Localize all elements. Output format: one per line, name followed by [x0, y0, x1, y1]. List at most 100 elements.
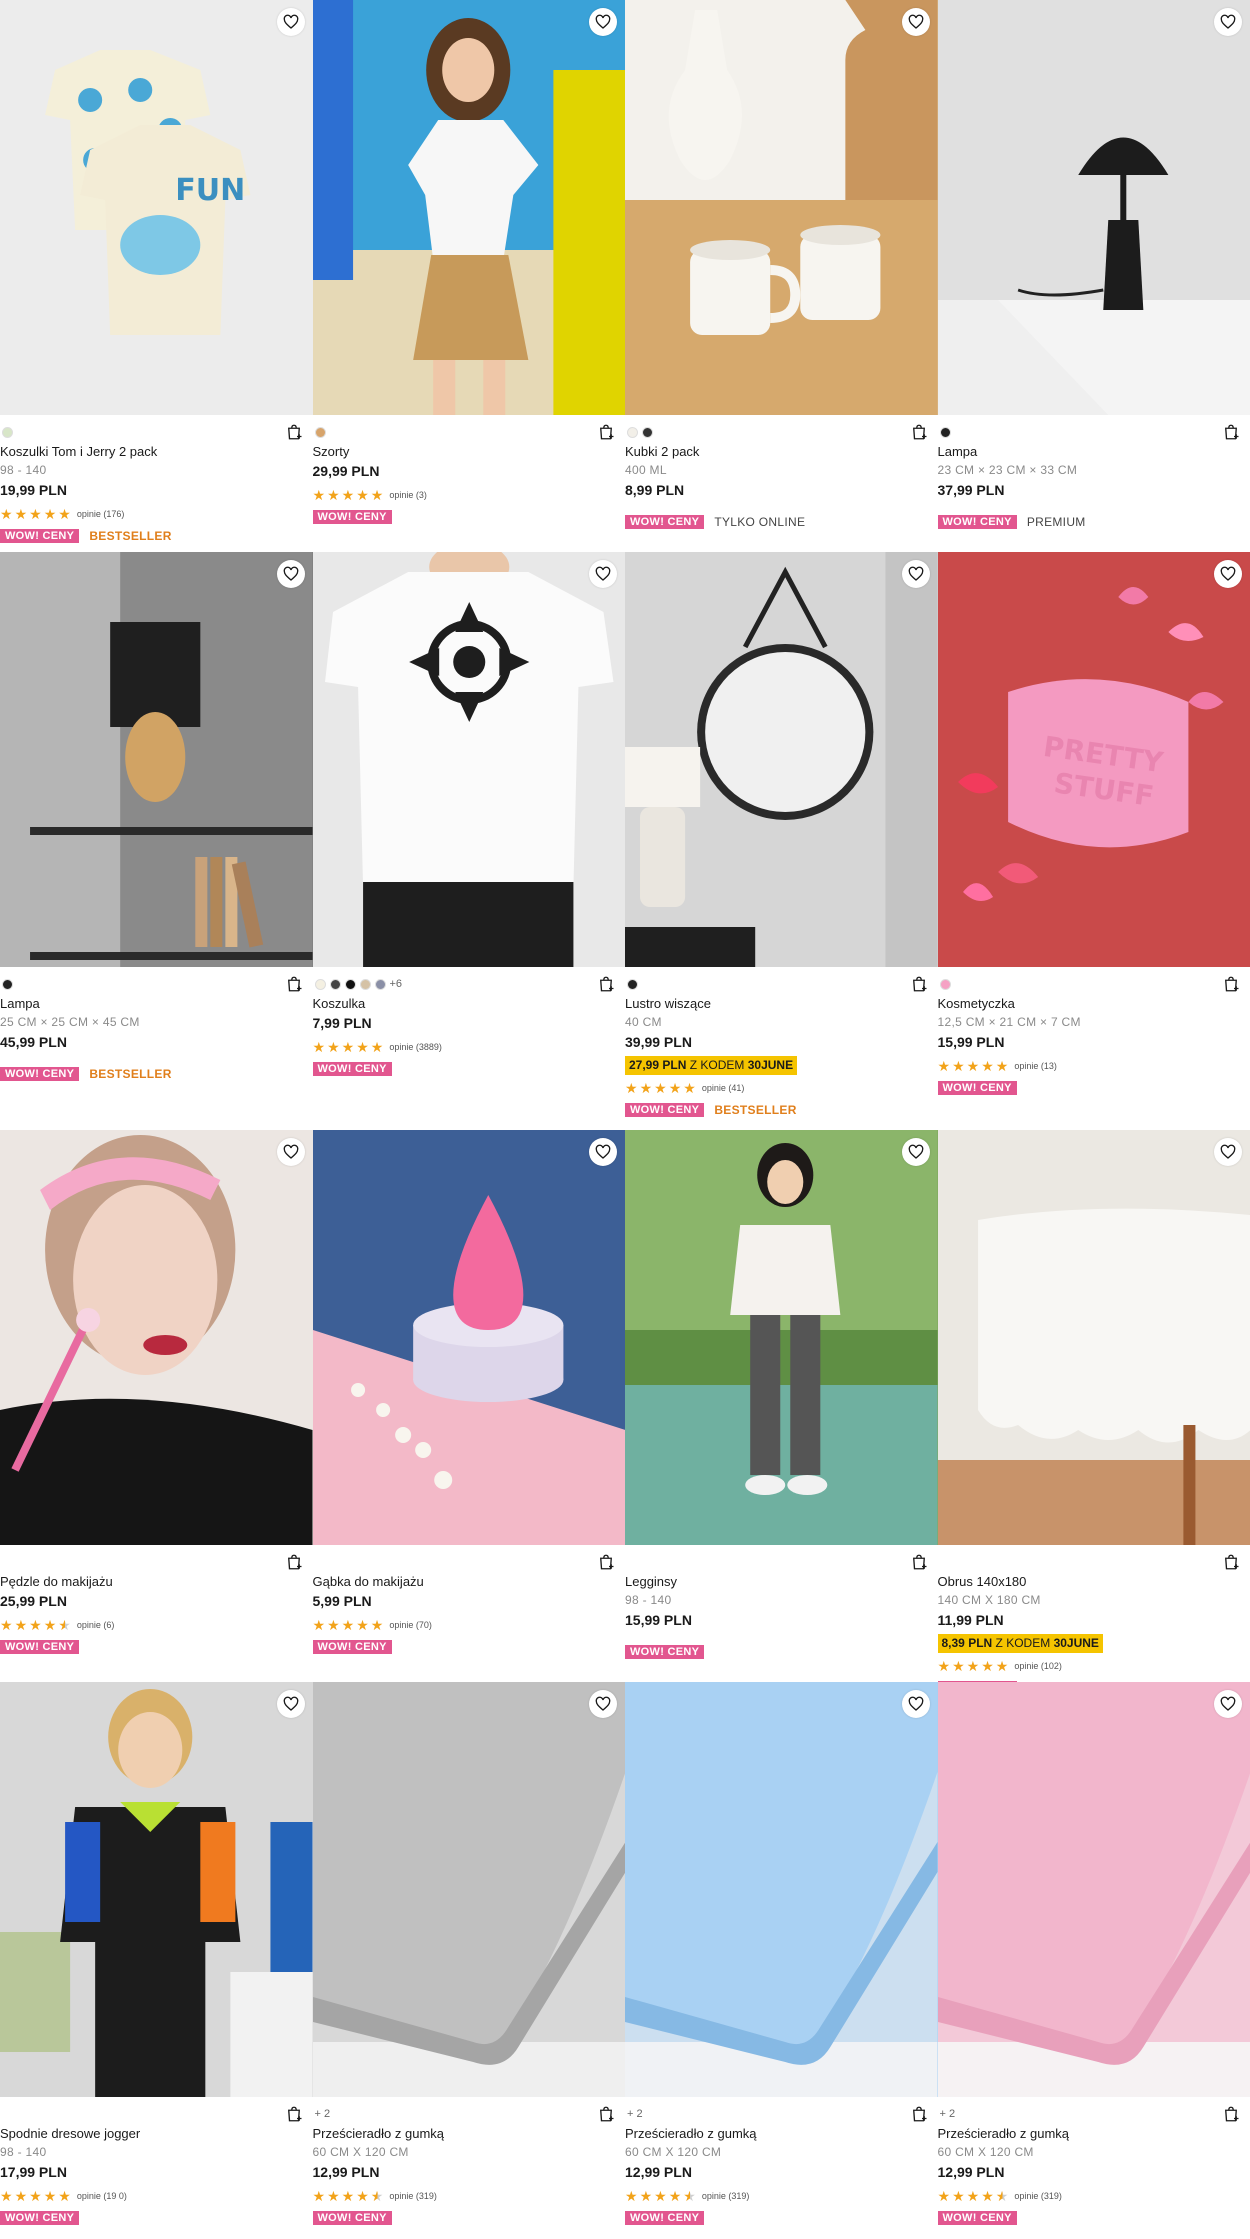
color-swatch[interactable]	[314, 978, 326, 990]
add-to-cart-button[interactable]	[597, 975, 615, 993]
favorite-button[interactable]	[589, 560, 617, 588]
rating[interactable]: ★ ★ ★ ★ ★ opinie (102)	[938, 1657, 1250, 1675]
color-swatch[interactable]	[642, 426, 653, 438]
favorite-button[interactable]	[276, 8, 305, 36]
product-card[interactable]: PRETTY STUFF Kosmetyczka 12,5 CM × 21 CM …	[937, 552, 1250, 1130]
color-swatch[interactable]	[2, 978, 13, 990]
product-name[interactable]: Lampa	[938, 444, 1250, 461]
rating[interactable]: ★ ★ ★ ★ ★ opinie (70)	[313, 1616, 626, 1634]
product-card[interactable]: Legginsy 98 - 140 15,99 PLN WOW! CENY	[625, 1130, 938, 1682]
product-image[interactable]	[937, 1682, 1250, 2097]
product-image[interactable]	[312, 552, 625, 967]
product-image[interactable]	[312, 0, 625, 415]
favorite-button[interactable]	[1214, 1690, 1242, 1718]
product-name[interactable]: Koszulka	[313, 996, 626, 1013]
product-name[interactable]: Prześcieradło z gumką	[313, 2126, 626, 2143]
color-swatch[interactable]	[329, 978, 341, 990]
rating[interactable]: ★ ★ ★ ★ ★ opinie (176)	[0, 505, 313, 523]
product-name[interactable]: Prześcieradło z gumką	[625, 2126, 938, 2143]
favorite-button[interactable]	[1214, 8, 1242, 36]
product-card[interactable]: Obrus 140x180 140 CM X 180 CM 11,99 PLN 8,3…	[937, 1130, 1250, 1682]
favorite-button[interactable]	[901, 1690, 930, 1718]
add-to-cart-button[interactable]	[597, 1553, 615, 1571]
color-swatch[interactable]	[2, 426, 13, 438]
color-swatch[interactable]	[627, 978, 638, 990]
add-to-cart-button[interactable]	[285, 975, 303, 993]
color-swatch[interactable]	[359, 978, 371, 990]
add-to-cart-button[interactable]	[285, 1553, 303, 1571]
product-image[interactable]	[0, 552, 313, 967]
product-card[interactable]: Lustro wiszące 40 CM 39,99 PLN 27,99 PLN Z …	[625, 552, 938, 1130]
product-card[interactable]: + 2 Prześcieradło z gumką 60 CM X 120 CM 12…	[625, 1682, 938, 2239]
product-image[interactable]	[312, 1130, 625, 1545]
favorite-button[interactable]	[901, 560, 930, 588]
rating[interactable]: ★ ★ ★ ★ ★ opinie (41)	[625, 1079, 938, 1097]
product-image[interactable]	[625, 1682, 938, 2097]
color-swatch[interactable]	[344, 978, 356, 990]
color-swatch[interactable]	[939, 978, 951, 990]
rating[interactable]: ★ ★ ★ ★ ★ opinie (319)	[313, 2187, 626, 2205]
product-name[interactable]: Szorty	[313, 444, 626, 461]
product-card[interactable]: FUN Koszulki Tom i Jerry 2 pack 98 - 140 1…	[0, 0, 313, 552]
rating[interactable]: ★ ★ ★ ★ ★ opinie (319)	[938, 2187, 1250, 2205]
favorite-button[interactable]	[589, 8, 617, 36]
add-to-cart-button[interactable]	[597, 2105, 615, 2123]
favorite-button[interactable]	[276, 1690, 305, 1718]
product-name[interactable]: Kosmetyczka	[938, 996, 1250, 1013]
add-to-cart-button[interactable]	[910, 423, 928, 441]
product-image[interactable]	[312, 1682, 625, 2097]
add-to-cart-button[interactable]	[910, 1553, 928, 1571]
rating[interactable]: ★ ★ ★ ★ ★ opinie (3)	[313, 486, 626, 504]
favorite-button[interactable]	[901, 8, 930, 36]
add-to-cart-button[interactable]	[285, 2105, 303, 2123]
product-image[interactable]	[625, 1130, 938, 1545]
product-name[interactable]: Kubki 2 pack	[625, 444, 938, 461]
rating[interactable]: ★ ★ ★ ★ ★ opinie (19 0)	[0, 2187, 313, 2205]
product-image[interactable]	[0, 1130, 313, 1545]
product-image[interactable]	[625, 552, 938, 967]
add-to-cart-button[interactable]	[910, 2105, 928, 2123]
product-image[interactable]	[0, 1682, 313, 2097]
favorite-button[interactable]	[1214, 560, 1242, 588]
rating[interactable]: ★ ★ ★ ★ ★ opinie (3889)	[313, 1038, 626, 1056]
add-to-cart-button[interactable]	[285, 423, 303, 441]
product-name[interactable]: Spodnie dresowe jogger	[0, 2126, 313, 2143]
product-name[interactable]: Pędzle do makijażu	[0, 1574, 313, 1591]
product-card[interactable]: Gąbka do makijażu 5,99 PLN ★ ★ ★ ★ ★ opinie (70…	[312, 1130, 626, 1682]
product-name[interactable]: Lampa	[0, 996, 313, 1013]
product-image[interactable]	[625, 0, 938, 415]
favorite-button[interactable]	[276, 1138, 305, 1166]
product-image[interactable]: FUN	[0, 0, 313, 415]
product-name[interactable]: Obrus 140x180	[938, 1574, 1250, 1591]
add-to-cart-button[interactable]	[1222, 2105, 1240, 2123]
product-card[interactable]: Pędzle do makijażu 25,99 PLN ★ ★ ★ ★ ★ opinie (…	[0, 1130, 313, 1682]
add-to-cart-button[interactable]	[910, 975, 928, 993]
product-name[interactable]: Gąbka do makijażu	[313, 1574, 626, 1591]
color-swatch[interactable]	[374, 978, 386, 990]
product-card[interactable]: Lampa 25 CM × 25 CM × 45 CM 45,99 PLN WOW! …	[0, 552, 313, 1130]
product-card[interactable]: Lampa 23 CM × 23 CM × 33 CM 37,99 PLN WOW! …	[937, 0, 1250, 552]
rating[interactable]: ★ ★ ★ ★ ★ opinie (6)	[0, 1616, 313, 1634]
product-card[interactable]: + 2 Prześcieradło z gumką 60 CM X 120 CM 12…	[937, 1682, 1250, 2239]
product-card[interactable]: Kubki 2 pack 400 ML 8,99 PLN WOW! CENY TYLKO…	[625, 0, 938, 552]
product-name[interactable]: Lustro wiszące	[625, 996, 938, 1013]
rating[interactable]: ★ ★ ★ ★ ★ opinie (13)	[938, 1057, 1250, 1075]
product-image[interactable]	[937, 1130, 1250, 1545]
product-name[interactable]: Legginsy	[625, 1574, 938, 1591]
favorite-button[interactable]	[276, 560, 305, 588]
favorite-button[interactable]	[1214, 1138, 1242, 1166]
add-to-cart-button[interactable]	[1222, 423, 1240, 441]
color-swatch[interactable]	[627, 426, 638, 438]
favorite-button[interactable]	[589, 1138, 617, 1166]
product-card[interactable]: +6 Koszulka 7,99 PLN ★ ★ ★ ★ ★ opinie (3889) WOW!…	[312, 552, 626, 1130]
color-swatch[interactable]	[939, 426, 951, 438]
product-name[interactable]: Koszulki Tom i Jerry 2 pack	[0, 444, 313, 461]
rating[interactable]: ★ ★ ★ ★ ★ opinie (319)	[625, 2187, 938, 2205]
color-swatch[interactable]	[314, 426, 326, 438]
favorite-button[interactable]	[589, 1690, 617, 1718]
product-card[interactable]: Szorty 29,99 PLN ★ ★ ★ ★ ★ opinie (3) WOW! CENY	[312, 0, 626, 552]
add-to-cart-button[interactable]	[597, 423, 615, 441]
add-to-cart-button[interactable]	[1222, 1553, 1240, 1571]
add-to-cart-button[interactable]	[1222, 975, 1240, 993]
favorite-button[interactable]	[901, 1138, 930, 1166]
